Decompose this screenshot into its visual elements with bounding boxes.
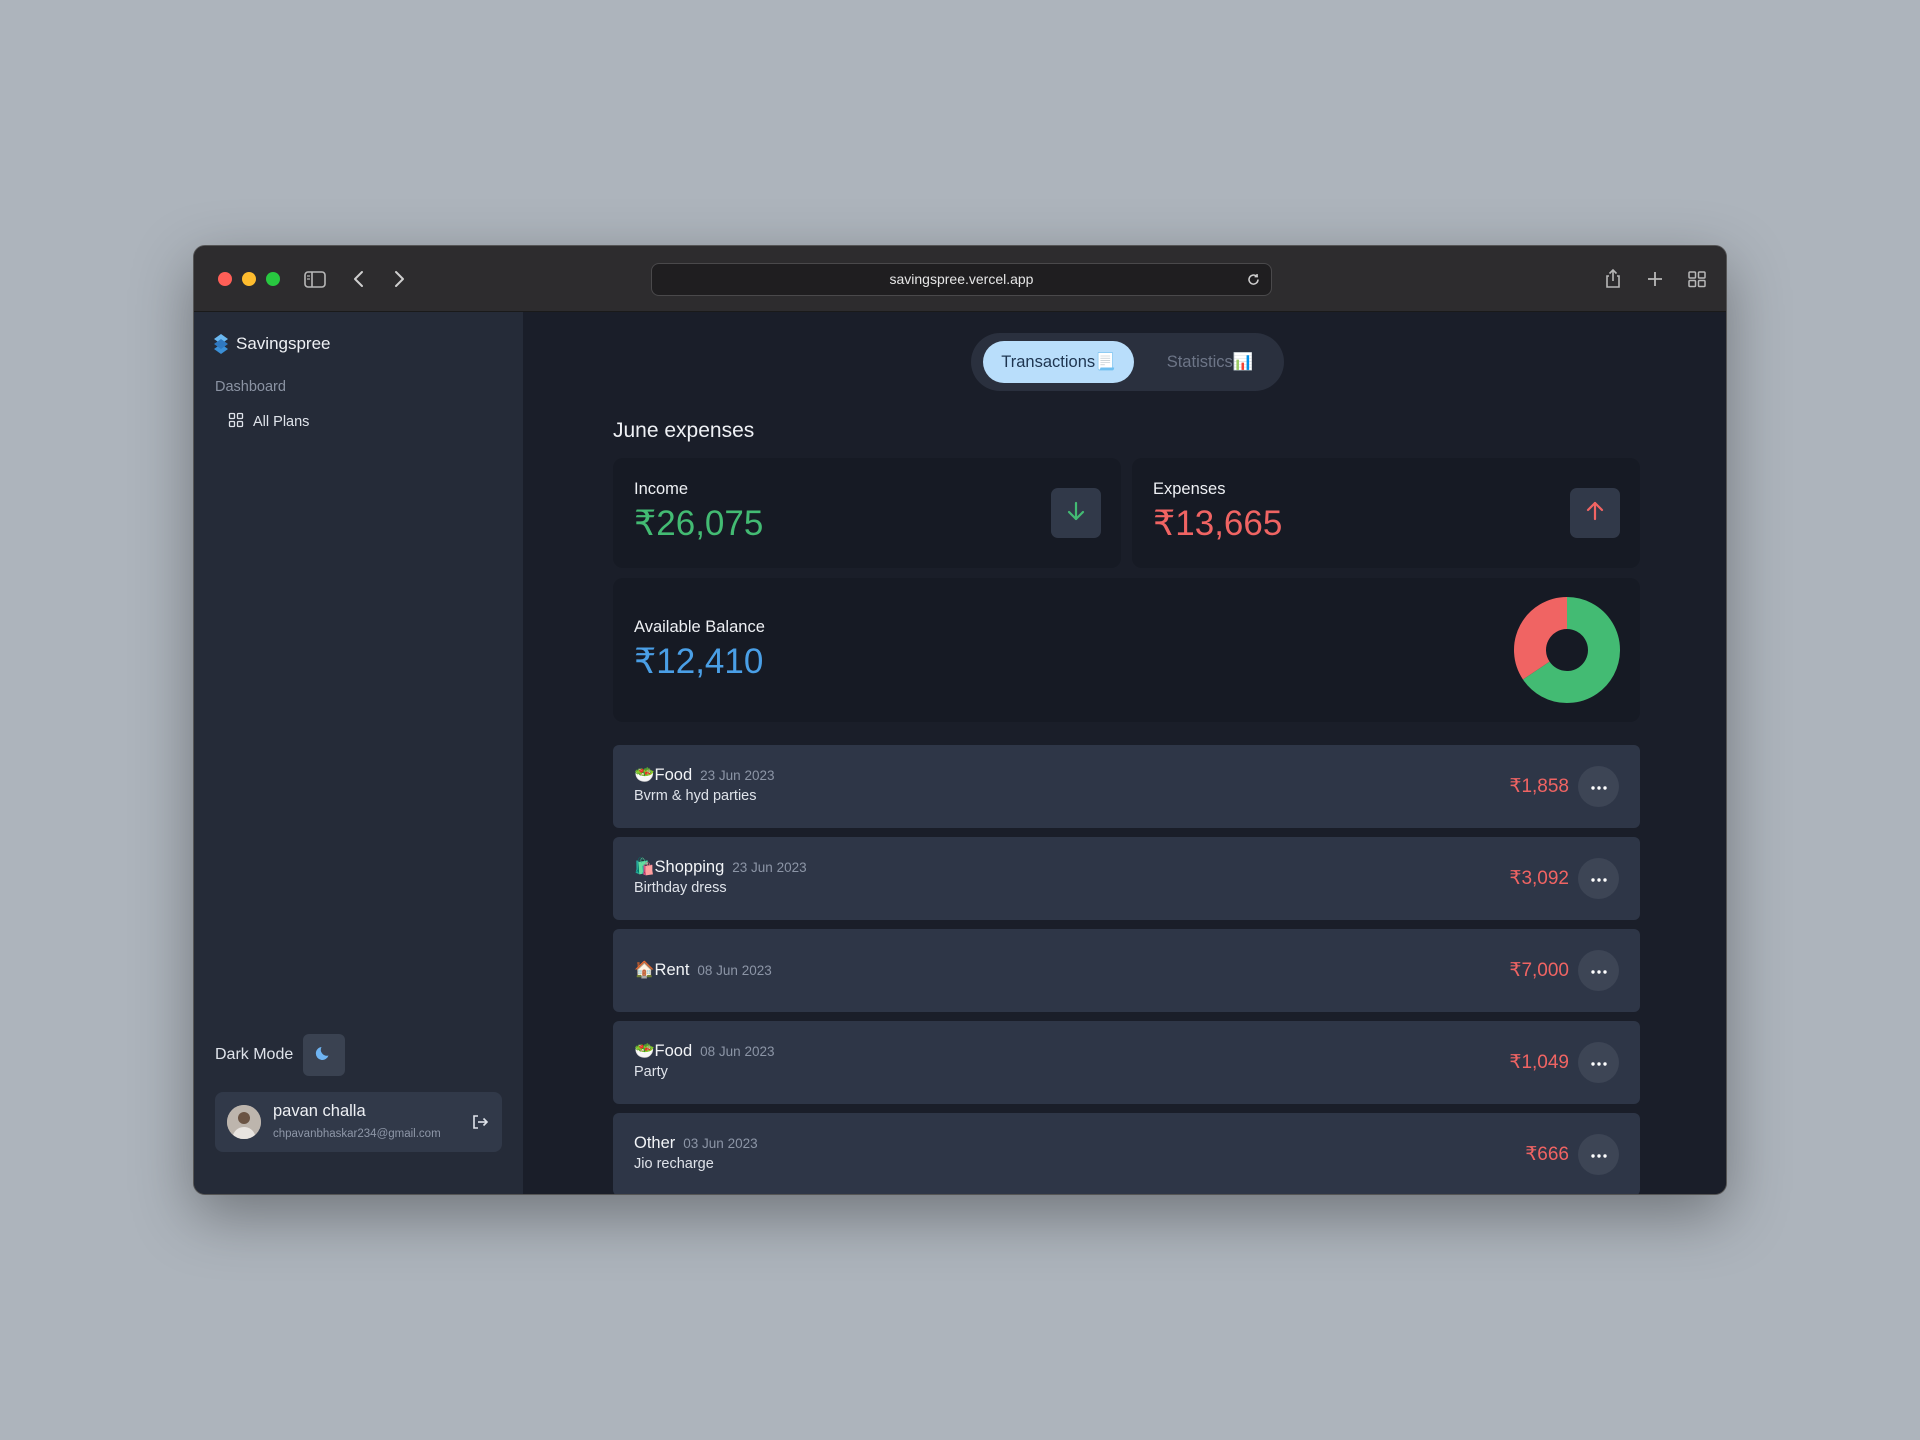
expenses-amount: ₹13,665 [1153, 504, 1283, 543]
transaction-category: 🥗Food 23 Jun 2023 [634, 766, 774, 785]
logo-icon [214, 334, 228, 354]
minimize-window-button[interactable] [242, 272, 256, 286]
main-content: Transactions📃 Statistics📊 June expenses … [523, 312, 1726, 1194]
category-label: Other [634, 1134, 676, 1152]
transaction-row[interactable]: Other 03 Jun 2023 Jio recharge ₹666 [613, 1113, 1640, 1194]
expenses-button[interactable] [1570, 488, 1620, 538]
moon-icon [315, 1044, 333, 1067]
user-name: pavan challa [273, 1102, 366, 1120]
more-options-button[interactable] [1578, 950, 1619, 991]
category-label: 🥗Food [634, 766, 693, 784]
app-name: Savingspree [236, 334, 331, 353]
income-label: Income [634, 480, 689, 498]
more-options-button[interactable] [1578, 858, 1619, 899]
ellipsis-icon [1590, 1054, 1608, 1072]
expenses-card: Expenses ₹13,665 [1132, 458, 1640, 568]
back-icon[interactable] [346, 266, 372, 292]
more-options-button[interactable] [1578, 1042, 1619, 1083]
browser-window: savingspree.vercel.app Savingspree Dashb… [193, 245, 1727, 1195]
tab-statistics[interactable]: Statistics📊 [1147, 341, 1273, 383]
category-label: 🛍️Shopping [634, 858, 725, 876]
dark-mode-row: Dark Mode [215, 1034, 346, 1076]
browser-titlebar: savingspree.vercel.app [194, 246, 1726, 312]
transaction-amount: ₹1,858 [1509, 776, 1569, 797]
balance-amount: ₹12,410 [634, 642, 764, 681]
sidebar-section-dashboard: Dashboard [215, 379, 286, 395]
forward-icon[interactable] [386, 266, 412, 292]
balance-card: Available Balance ₹12,410 [613, 578, 1640, 722]
transaction-row[interactable]: 🛍️Shopping 23 Jun 2023 Birthday dress ₹3,09… [613, 837, 1640, 920]
expenses-label: Expenses [1153, 480, 1226, 498]
balance-label: Available Balance [634, 618, 765, 636]
sidebar: Savingspree Dashboard All Plans Dark Mod… [194, 312, 523, 1194]
transaction-description: Jio recharge [634, 1156, 714, 1172]
close-window-button[interactable] [218, 272, 232, 286]
income-button[interactable] [1051, 488, 1101, 538]
sidebar-item-all-plans[interactable]: All Plans [228, 412, 309, 432]
category-label: 🥗Food [634, 1042, 693, 1060]
dark-mode-label: Dark Mode [215, 1046, 294, 1063]
ellipsis-icon [1590, 1146, 1608, 1164]
transaction-row[interactable]: 🥗Food 23 Jun 2023 Bvrm & hyd parties ₹1,858 [613, 745, 1640, 828]
income-expense-donut-chart [1514, 597, 1620, 703]
transaction-category: 🥗Food 08 Jun 2023 [634, 1042, 774, 1061]
transaction-category: Other 03 Jun 2023 [634, 1134, 758, 1153]
user-email: chpavanbhaskar234@gmail.com [273, 1128, 441, 1140]
transaction-row[interactable]: 🥗Food 08 Jun 2023 Party ₹1,049 [613, 1021, 1640, 1104]
transaction-date: 08 Jun 2023 [697, 963, 772, 978]
transaction-description: Party [634, 1064, 668, 1080]
sidebar-toggle-icon[interactable] [302, 266, 328, 292]
logout-icon[interactable] [470, 1112, 490, 1132]
avatar [227, 1105, 261, 1139]
page-title: June expenses [613, 419, 755, 442]
transaction-category: 🛍️Shopping 23 Jun 2023 [634, 858, 807, 877]
arrow-up-icon [1583, 499, 1607, 528]
ellipsis-icon [1590, 870, 1608, 888]
donut-slice-expenses [1514, 597, 1569, 680]
view-tabs: Transactions📃 Statistics📊 [971, 333, 1284, 391]
arrow-down-icon [1064, 499, 1088, 528]
tab-transactions[interactable]: Transactions📃 [983, 341, 1134, 383]
transaction-description: Birthday dress [634, 880, 727, 896]
url-text: savingspree.vercel.app [889, 271, 1034, 287]
share-icon[interactable] [1600, 266, 1626, 292]
ellipsis-icon [1590, 962, 1608, 980]
user-card[interactable]: pavan challa chpavanbhaskar234@gmail.com [215, 1092, 502, 1152]
new-tab-icon[interactable] [1642, 266, 1668, 292]
ellipsis-icon [1590, 778, 1608, 796]
dark-mode-toggle[interactable] [303, 1034, 346, 1076]
income-card: Income ₹26,075 [613, 458, 1121, 568]
transaction-amount: ₹1,049 [1509, 1052, 1569, 1073]
sidebar-item-label: All Plans [253, 414, 310, 430]
grid-icon [228, 412, 244, 432]
more-options-button[interactable] [1578, 1134, 1619, 1175]
transaction-date: 23 Jun 2023 [700, 768, 775, 783]
transaction-date: 23 Jun 2023 [732, 860, 807, 875]
transaction-date: 03 Jun 2023 [683, 1136, 758, 1151]
maximize-window-button[interactable] [266, 272, 280, 286]
category-label: 🏠Rent [634, 961, 690, 979]
income-amount: ₹26,075 [634, 504, 764, 543]
transaction-date: 08 Jun 2023 [700, 1044, 775, 1059]
transaction-category: 🏠Rent 08 Jun 2023 [634, 961, 772, 980]
app-logo[interactable]: Savingspree [214, 334, 331, 354]
transaction-amount: ₹3,092 [1509, 868, 1569, 889]
tab-overview-icon[interactable] [1684, 266, 1710, 292]
more-options-button[interactable] [1578, 766, 1619, 807]
transaction-amount: ₹7,000 [1509, 960, 1569, 981]
address-bar[interactable]: savingspree.vercel.app [651, 263, 1272, 296]
transaction-amount: ₹666 [1525, 1144, 1569, 1165]
transaction-row[interactable]: 🏠Rent 08 Jun 2023 ₹7,000 [613, 929, 1640, 1012]
reload-icon[interactable] [1245, 264, 1263, 295]
transaction-description: Bvrm & hyd parties [634, 788, 757, 804]
